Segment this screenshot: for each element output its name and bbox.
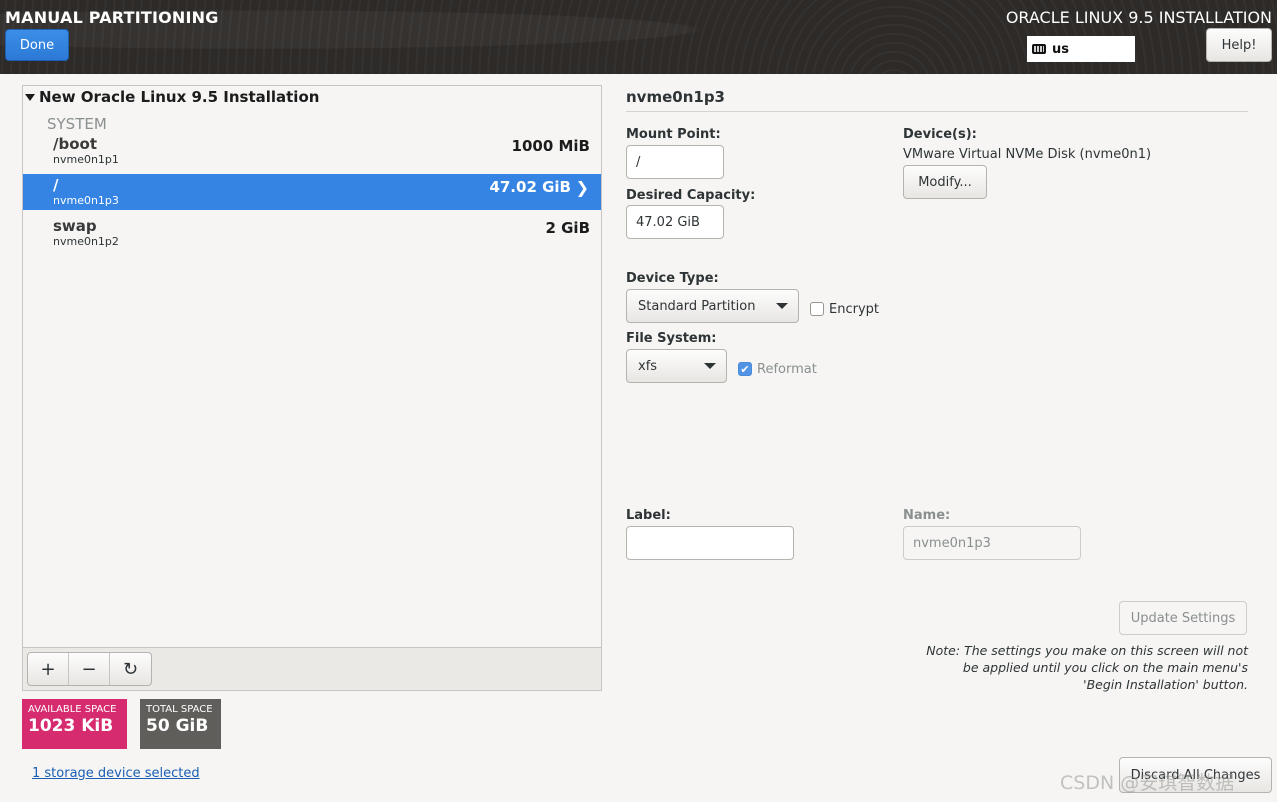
- reformat-label: Reformat: [757, 362, 817, 377]
- total-space-label: TOTAL SPACE: [146, 704, 213, 715]
- device-type-select[interactable]: Standard Partition: [626, 289, 799, 323]
- encrypt-checkbox[interactable]: [810, 302, 824, 316]
- mount-point-input[interactable]: /: [626, 145, 724, 179]
- device-type-value: Standard Partition: [638, 298, 756, 314]
- partition-device: nvme0n1p2: [53, 235, 119, 248]
- partition-row-boot[interactable]: /boot nvme0n1p1 1000 MiB: [23, 133, 601, 169]
- label-field-label: Label:: [626, 508, 671, 523]
- partition-mount: swap: [53, 217, 97, 235]
- device-type-label: Device Type:: [626, 271, 719, 286]
- expander-triangle-icon: [25, 93, 35, 101]
- settings-note: Note: The settings you make on this scre…: [926, 643, 1248, 692]
- update-settings-button[interactable]: Update Settings: [1119, 601, 1247, 635]
- partition-mount: /: [53, 176, 59, 194]
- encrypt-label: Encrypt: [829, 302, 879, 317]
- partition-row-swap[interactable]: swap nvme0n1p2 2 GiB: [23, 215, 601, 251]
- page-title: MANUAL PARTITIONING: [5, 8, 219, 27]
- name-input[interactable]: nvme0n1p3: [903, 526, 1081, 560]
- add-partition-button[interactable]: +: [28, 653, 69, 685]
- partition-device: nvme0n1p3: [53, 194, 119, 207]
- partition-row-root[interactable]: / nvme0n1p3 47.02 GiB ❯: [23, 174, 601, 210]
- desired-capacity-input[interactable]: 47.02 GiB: [626, 205, 724, 239]
- toolbar-button-group: + − ↻: [27, 652, 152, 686]
- installation-header[interactable]: New Oracle Linux 9.5 Installation: [25, 88, 319, 106]
- partition-detail-title: nvme0n1p3: [626, 88, 725, 106]
- watermark: CSDN @安琪智数据: [1060, 772, 1235, 794]
- storage-device-link[interactable]: 1 storage device selected: [32, 766, 200, 781]
- modify-button[interactable]: Modify...: [903, 165, 987, 199]
- remove-partition-button[interactable]: −: [69, 653, 110, 685]
- partition-tree: New Oracle Linux 9.5 Installation SYSTEM…: [22, 85, 602, 691]
- divider: [626, 111, 1248, 112]
- done-button[interactable]: Done: [5, 29, 69, 61]
- help-button[interactable]: Help!: [1206, 28, 1272, 62]
- available-space-label: AVAILABLE SPACE: [28, 704, 117, 715]
- partition-toolbar: + − ↻: [23, 647, 601, 690]
- keyboard-layout-label: us: [1052, 41, 1069, 57]
- available-space-box: AVAILABLE SPACE 1023 KiB: [22, 699, 127, 749]
- installation-title: New Oracle Linux 9.5 Installation: [39, 88, 320, 106]
- chevron-right-icon: ❯: [575, 178, 589, 197]
- name-field-label: Name:: [903, 508, 951, 523]
- available-space-value: 1023 KiB: [28, 716, 114, 736]
- system-group-label: SYSTEM: [47, 115, 107, 133]
- mount-point-label: Mount Point:: [626, 127, 721, 142]
- partition-mount: /boot: [53, 135, 97, 153]
- total-space-box: TOTAL SPACE 50 GiB: [140, 699, 221, 749]
- keyboard-layout-indicator[interactable]: us: [1027, 36, 1135, 62]
- partition-size: 47.02 GiB: [489, 178, 571, 196]
- desired-capacity-label: Desired Capacity:: [626, 188, 756, 203]
- file-system-select[interactable]: xfs: [626, 349, 727, 383]
- devices-label: Device(s):: [903, 127, 977, 142]
- file-system-value: xfs: [638, 358, 658, 374]
- devices-value: VMware Virtual NVMe Disk (nvme0n1): [903, 147, 1152, 162]
- total-space-value: 50 GiB: [146, 716, 209, 736]
- product-title: ORACLE LINUX 9.5 INSTALLATION: [1005, 8, 1272, 27]
- refresh-button[interactable]: ↻: [110, 653, 151, 685]
- keyboard-icon: [1032, 44, 1046, 54]
- reformat-checkbox[interactable]: ✔: [738, 362, 752, 376]
- partition-device: nvme0n1p1: [53, 153, 119, 166]
- partition-size: 2 GiB: [545, 219, 590, 237]
- file-system-label: File System:: [626, 331, 717, 346]
- header-bar: MANUAL PARTITIONING ORACLE LINUX 9.5 INS…: [0, 0, 1277, 74]
- dropdown-arrow-icon: [704, 363, 716, 369]
- partition-size: 1000 MiB: [511, 137, 590, 155]
- dropdown-arrow-icon: [776, 303, 788, 309]
- label-input[interactable]: [626, 526, 794, 560]
